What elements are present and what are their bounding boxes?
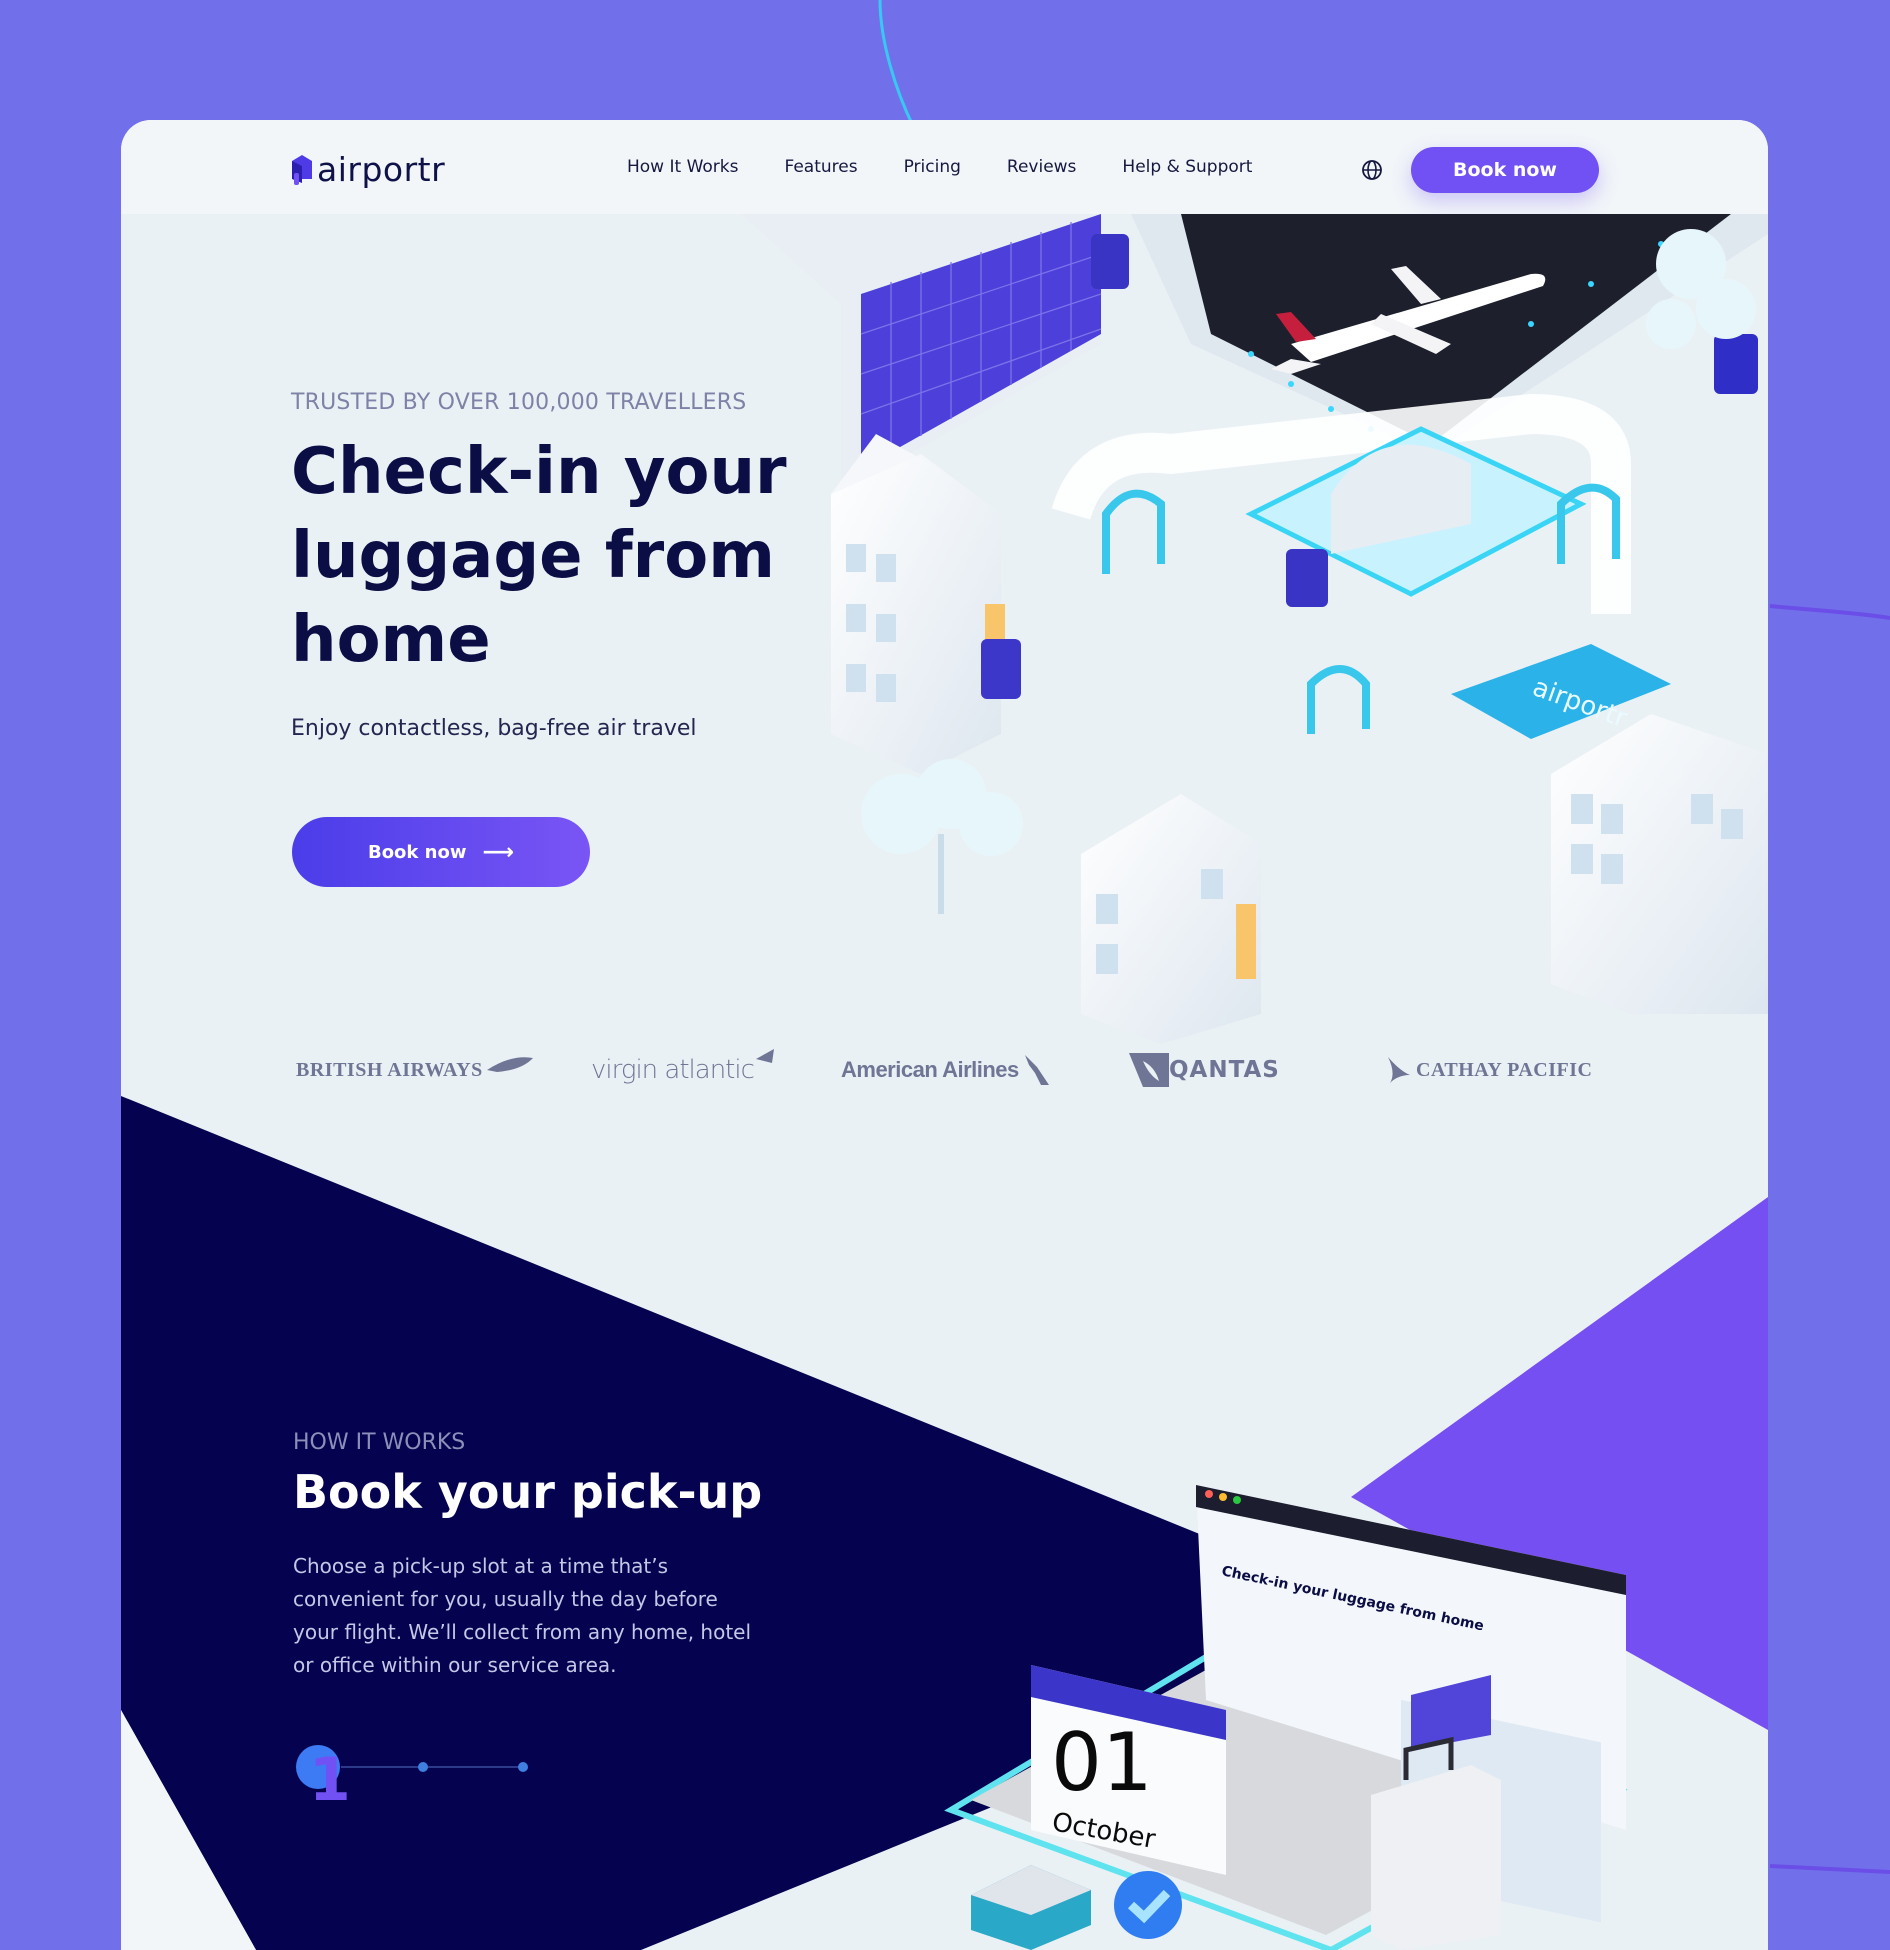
check-circle-icon (1114, 1871, 1182, 1939)
hero-title: Check-in your luggage from home (291, 435, 787, 677)
step-3-dot[interactable] (518, 1762, 528, 1772)
airline-name: BRITISH AIRWAYS (296, 1058, 483, 1081)
airline-name: American Airlines (841, 1057, 1019, 1082)
calendar-day: 01 (1051, 1716, 1153, 1809)
step-2-dot[interactable] (418, 1762, 428, 1772)
hero-book-now-button[interactable]: Book now ⟶ (292, 817, 590, 887)
globe-icon[interactable] (1361, 159, 1383, 186)
logo-text: airportr (317, 150, 446, 189)
nav-features[interactable]: Features (784, 157, 857, 177)
top-navigation: airportr How It Works Features Pricing R… (121, 120, 1768, 214)
logo[interactable]: airportr (289, 150, 445, 189)
nav-reviews[interactable]: Reviews (1007, 157, 1077, 177)
main-nav: How It Works Features Pricing Reviews He… (627, 120, 1298, 214)
virgin-flag-icon (755, 1049, 774, 1063)
airline-cathay-pacific: CATHAY PACIFIC (1386, 1040, 1592, 1100)
airline-name: CATHAY PACIFIC (1416, 1058, 1593, 1081)
nav-pricing[interactable]: Pricing (904, 157, 961, 177)
hero-tagline: TRUSTED BY OVER 100,000 TRAVELLERS (291, 390, 747, 415)
nav-help-support[interactable]: Help & Support (1122, 157, 1252, 177)
airline-qantas: QANTAS (1129, 1040, 1280, 1100)
airline-partners: BRITISH AIRWAYS virgin atlantic American… (121, 1040, 1768, 1100)
brushwing-icon (1388, 1057, 1410, 1083)
book-now-button[interactable]: Book now (1411, 147, 1599, 193)
hero-illustration: airportr (741, 214, 1768, 1044)
arrow-right-icon: ⟶ (482, 839, 515, 865)
hero-subtitle: Enjoy contactless, bag-free air travel (291, 716, 697, 741)
step-number: 1 (309, 1745, 351, 1815)
airline-name: QANTAS (1169, 1057, 1280, 1083)
logo-mark-icon (289, 153, 312, 187)
booking-illustration: Check-in your luggage from home 01 Octob… (944, 1485, 1628, 1950)
how-it-works-body: Choose a pick-up slot at a time that’s c… (293, 1554, 752, 1677)
speedmarque-icon (486, 1057, 533, 1072)
airline-american-airlines: American Airlines (841, 1040, 1053, 1100)
airline-name: virgin atlantic (591, 1055, 755, 1085)
airline-virgin-atlantic: virgin atlantic (591, 1040, 776, 1100)
airline-british-airways: BRITISH AIRWAYS (296, 1040, 533, 1100)
how-it-works-tag: HOW IT WORKS (293, 1430, 466, 1455)
how-it-works-title: Book your pick-up (293, 1465, 763, 1519)
landing-page: airportr How It Works Features Pricing R… (121, 120, 1768, 1950)
step-indicator: 1 (296, 1745, 528, 1815)
kangaroo-tail-icon (1129, 1053, 1169, 1087)
nav-how-it-works[interactable]: How It Works (627, 157, 738, 177)
flight-symbol-icon (1024, 1055, 1049, 1085)
hero-book-now-label: Book now (367, 841, 467, 863)
